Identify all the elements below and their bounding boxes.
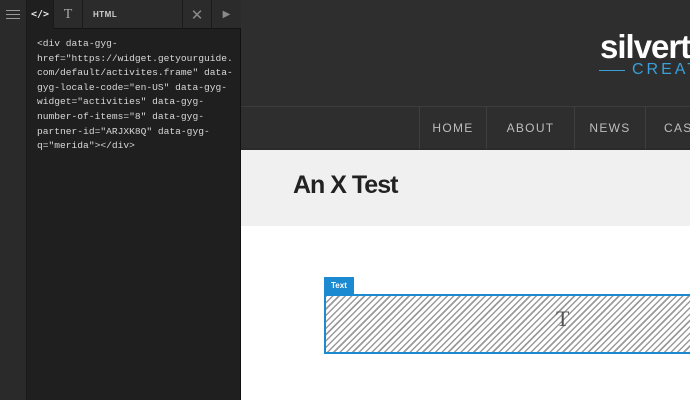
- page-title: An X Test: [293, 171, 398, 199]
- text-block-label[interactable]: Text: [324, 277, 354, 294]
- nav-about[interactable]: ABOUT: [486, 107, 574, 149]
- nav-news[interactable]: NEWS: [574, 107, 645, 149]
- text-block-placeholder[interactable]: T: [324, 294, 690, 354]
- code-tab-icon[interactable]: </>: [27, 0, 54, 29]
- site-header: silvert CREAT: [241, 0, 690, 106]
- nav-case-studies[interactable]: CAS: [645, 107, 690, 149]
- editor-tabs: </> T HTML ✕ ▶: [27, 0, 241, 29]
- close-icon[interactable]: ✕: [183, 0, 212, 29]
- text-tab-icon[interactable]: T: [54, 0, 83, 29]
- logo-divider: [599, 70, 625, 71]
- hamburger-menu-icon[interactable]: [6, 10, 20, 20]
- play-icon[interactable]: ▶: [212, 0, 241, 29]
- left-rail: [0, 0, 27, 400]
- site-logo-tagline: CREAT: [632, 61, 690, 78]
- code-textarea[interactable]: <div data-gyg- href="https://widget.gety…: [37, 37, 237, 154]
- nav-home[interactable]: HOME: [419, 107, 486, 149]
- website-preview: silvert CREAT HOME ABOUT NEWS CAS An X T…: [241, 0, 690, 400]
- html-tab-label[interactable]: HTML: [83, 0, 183, 29]
- main-navigation: HOME ABOUT NEWS CAS: [241, 106, 690, 150]
- code-editor-panel: </> T HTML ✕ ▶ <div data-gyg- href="http…: [27, 0, 241, 400]
- text-type-icon: T: [556, 306, 570, 331]
